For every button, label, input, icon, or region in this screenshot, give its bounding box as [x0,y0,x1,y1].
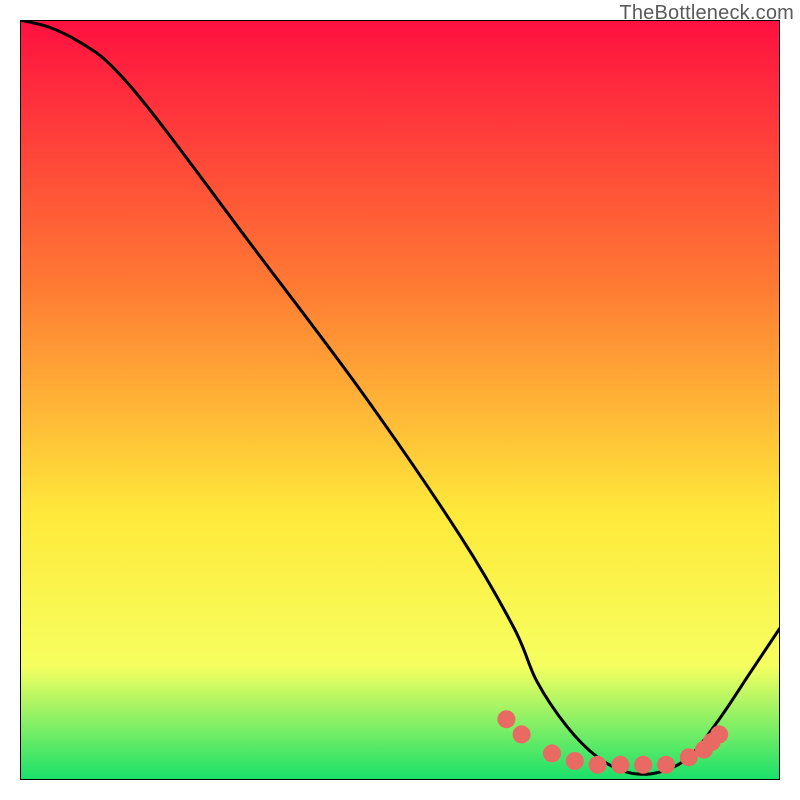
highlight-dot [657,756,675,774]
gradient-background [20,20,780,780]
highlight-dot [710,725,728,743]
highlight-dot [497,710,515,728]
plot-area [20,20,780,780]
highlight-dot [566,752,584,770]
chart-svg [20,20,780,780]
highlight-dot [611,756,629,774]
watermark-text: TheBottleneck.com [619,2,794,25]
chart-container: TheBottleneck.com [0,0,800,800]
highlight-dot [634,756,652,774]
highlight-dot [589,756,607,774]
highlight-dot [513,725,531,743]
highlight-dot [543,744,561,762]
